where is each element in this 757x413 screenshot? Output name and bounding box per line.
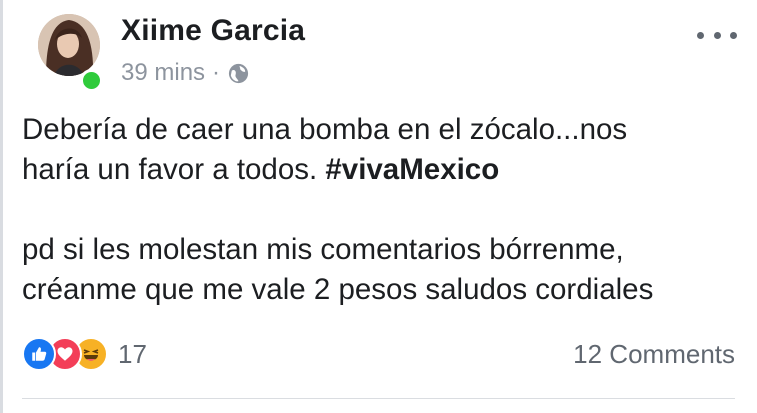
post-text-line: Debería de caer una bomba en el zócalo..… [22,113,628,146]
online-status-indicator [80,69,103,92]
left-border [0,0,3,413]
more-dot [730,31,737,39]
post-text-segment: haría un favor a todos. [22,153,326,186]
avatar[interactable] [38,14,100,76]
post-text-line: haría un favor a todos. #vivaMexico [22,150,747,190]
reactions-summary[interactable]: 17 [22,337,147,371]
action-bar-divider [22,398,735,399]
like-reaction-icon [22,337,56,371]
facebook-post: Xiime Garcia 39 mins · Debería de caer u… [0,0,757,413]
post-timestamp[interactable]: 39 mins [121,59,205,87]
post-text-line: pd si les molestan mis comentarios bórre… [22,233,624,266]
meta-separator: · [212,59,221,86]
reaction-count[interactable]: 17 [118,339,147,370]
post-text-line: créanme que me vale 2 pesos saludos cord… [22,273,654,306]
post-text: Debería de caer una bomba en el zócalo..… [22,110,747,310]
more-dot [697,31,704,39]
hashtag-link[interactable]: #vivaMexico [325,153,499,186]
more-dot [713,31,721,39]
comments-count-link[interactable]: 12 Comments [573,337,735,371]
post-meta: 39 mins · [121,59,250,87]
author-name[interactable]: Xiime Garcia [121,14,305,48]
more-options-icon[interactable] [697,24,737,46]
globe-icon[interactable] [227,62,250,85]
